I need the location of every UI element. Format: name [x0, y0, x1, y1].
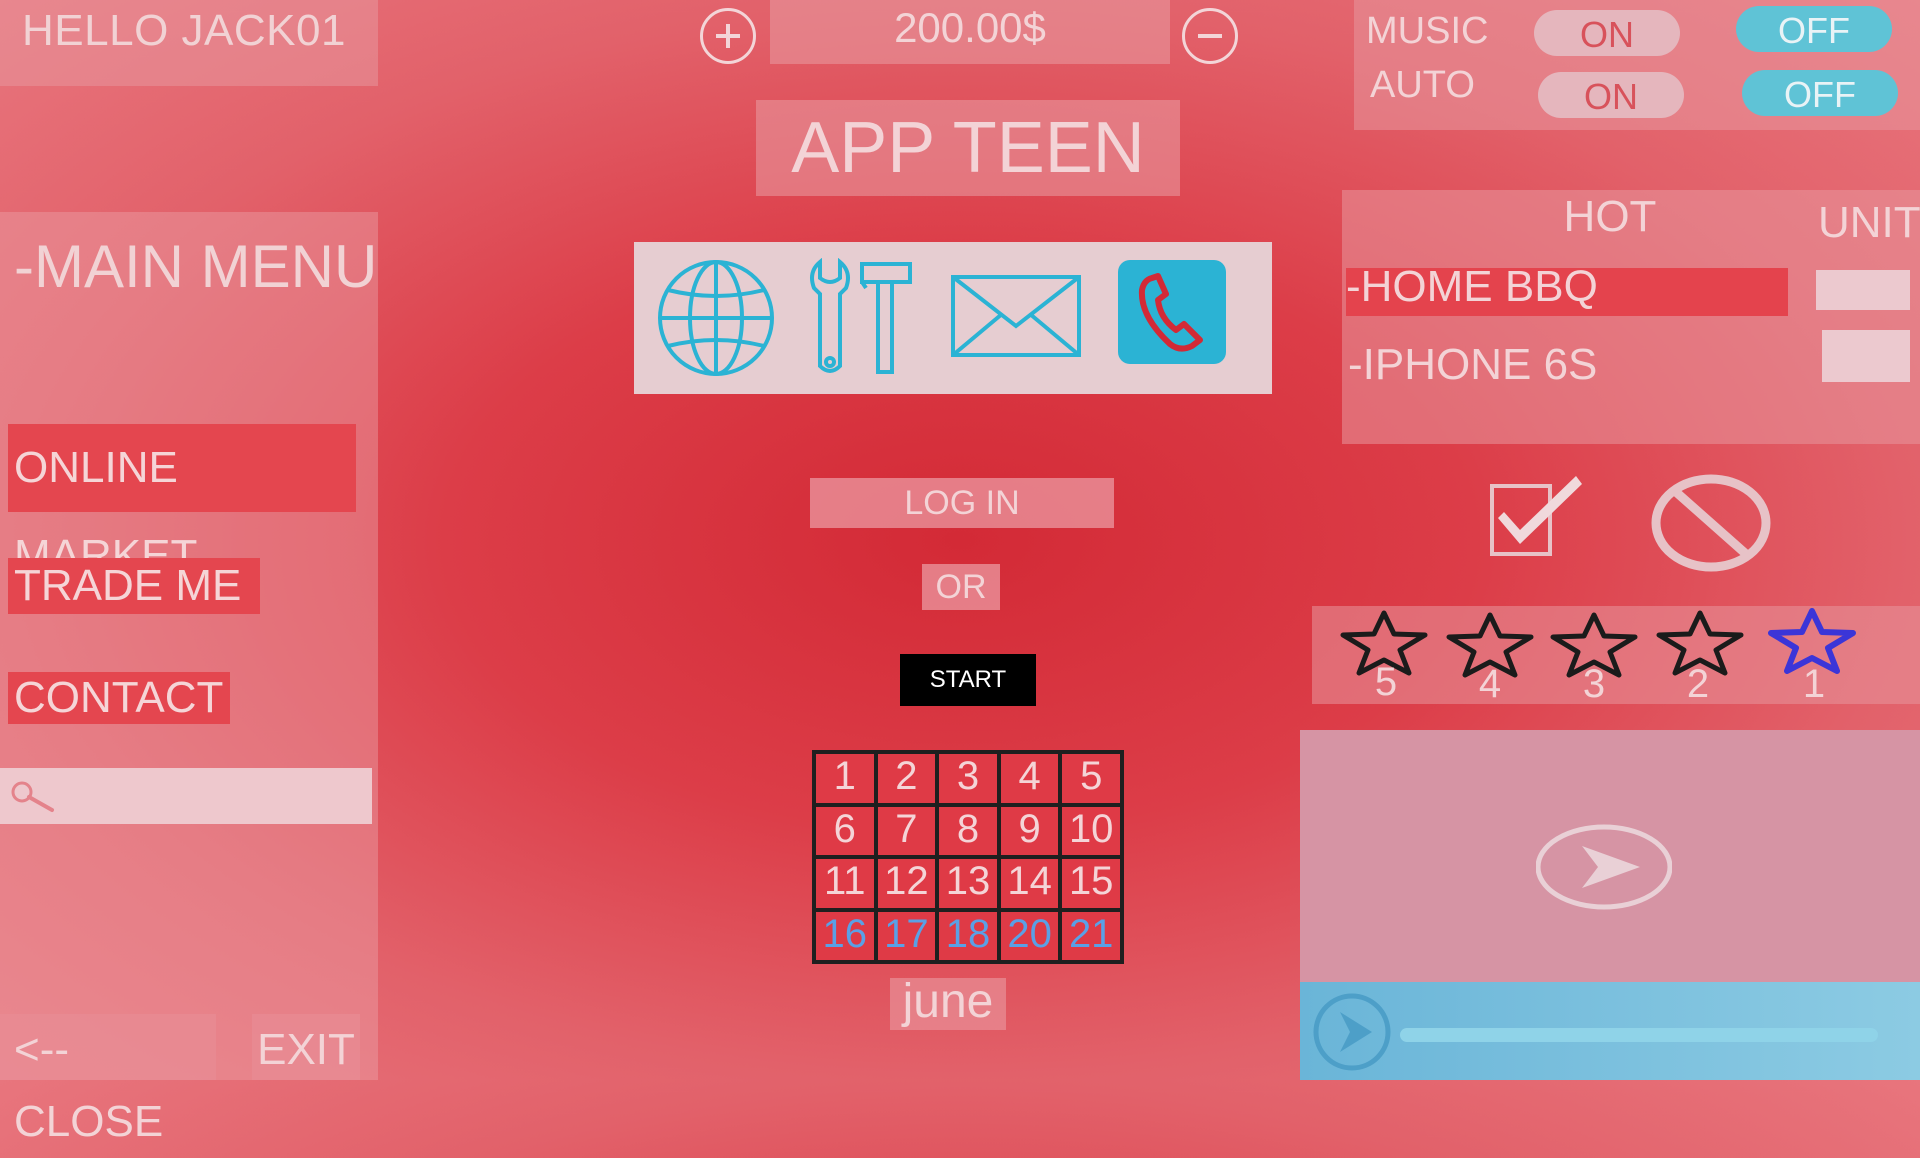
exit-button[interactable]: EXIT [252, 1014, 360, 1080]
phone-button[interactable] [1118, 260, 1226, 364]
close-button[interactable]: <--CLOSE [0, 1014, 216, 1146]
start-button[interactable]: START [900, 654, 1036, 706]
contact-button[interactable]: CONTACT [8, 672, 230, 724]
hot-item-home-bbq[interactable]: -HOME BBQ [1346, 262, 1598, 312]
rating-label: 4 [1478, 662, 1502, 706]
minus-icon [1198, 34, 1222, 38]
calendar-day[interactable]: 4 [1000, 754, 1059, 803]
progress-slider[interactable] [1400, 1028, 1878, 1042]
calendar-day[interactable]: 5 [1062, 754, 1120, 803]
unit-title: UNIT [1818, 198, 1920, 247]
main-menu-title: -MAIN MENU [14, 233, 378, 300]
unit-field[interactable] [1816, 270, 1910, 310]
decrease-button[interactable] [1182, 8, 1238, 64]
play-icon[interactable] [1536, 824, 1672, 910]
online-market-button[interactable]: ONLINE MARKET [8, 424, 356, 580]
tools-icon[interactable] [806, 258, 916, 378]
calendar-day[interactable]: 7 [877, 806, 936, 855]
calendar-day[interactable]: 10 [1062, 806, 1120, 855]
calendar-grid: 1 2 3 4 5 6 7 8 9 10 11 12 13 14 15 16 1… [812, 750, 1124, 964]
or-label: OR [922, 564, 1000, 610]
login-button[interactable]: LOG IN [810, 478, 1114, 528]
calendar-day[interactable]: 14 [1000, 859, 1059, 908]
unit-field[interactable] [1822, 330, 1910, 382]
phone-icon [1138, 273, 1203, 352]
rating-label: 5 [1374, 660, 1398, 704]
calendar-day[interactable]: 2 [877, 754, 936, 803]
calendar-day[interactable]: 15 [1062, 859, 1120, 908]
search-icon[interactable] [6, 776, 58, 816]
calendar-day[interactable]: 11 [816, 859, 874, 908]
main-menu-panel [0, 212, 378, 1080]
play-icon[interactable] [1312, 992, 1392, 1072]
rating-label: 1 [1802, 662, 1826, 706]
price-value: 200.00$ [894, 4, 1046, 51]
calendar-day[interactable]: 13 [939, 859, 997, 908]
ban-icon[interactable] [1650, 474, 1772, 572]
auto-off-toggle[interactable]: OFF [1742, 70, 1898, 116]
globe-icon[interactable] [654, 258, 778, 378]
auto-on-toggle[interactable]: ON [1538, 72, 1684, 118]
music-label: MUSIC [1366, 10, 1489, 52]
trade-me-button[interactable]: TRADE ME [8, 558, 260, 614]
calendar-day[interactable]: 12 [877, 859, 936, 908]
calendar-day[interactable]: 1 [816, 754, 874, 803]
increase-button[interactable] [700, 8, 756, 64]
checkbox-checked-icon[interactable] [1488, 470, 1588, 560]
calendar-day[interactable]: 17 [877, 911, 936, 960]
hot-title: HOT [1563, 192, 1657, 241]
calendar-day[interactable]: 21 [1062, 911, 1120, 960]
calendar-day[interactable]: 3 [939, 754, 997, 803]
calendar-day[interactable]: 18 [939, 911, 997, 960]
auto-label: AUTO [1370, 64, 1475, 106]
calendar-day[interactable]: 20 [1000, 911, 1059, 960]
mail-icon[interactable] [950, 274, 1082, 358]
icon-toolbar [634, 242, 1272, 394]
calendar-day[interactable]: 6 [816, 806, 874, 855]
plus-icon [716, 24, 740, 48]
calendar-day[interactable]: 16 [816, 911, 874, 960]
hot-item-iphone[interactable]: -IPHONE 6S [1348, 340, 1597, 390]
music-on-toggle[interactable]: ON [1534, 10, 1680, 56]
calendar-day[interactable]: 8 [939, 806, 997, 855]
app-title: APP TEEN [791, 108, 1145, 188]
rating-label: 2 [1686, 662, 1710, 706]
month-label: june [902, 975, 994, 1028]
calendar-day[interactable]: 9 [1000, 806, 1059, 855]
greeting-text: HELLO JACK01 [22, 6, 346, 55]
music-off-toggle[interactable]: OFF [1736, 6, 1892, 52]
rating-label: 3 [1582, 662, 1606, 706]
